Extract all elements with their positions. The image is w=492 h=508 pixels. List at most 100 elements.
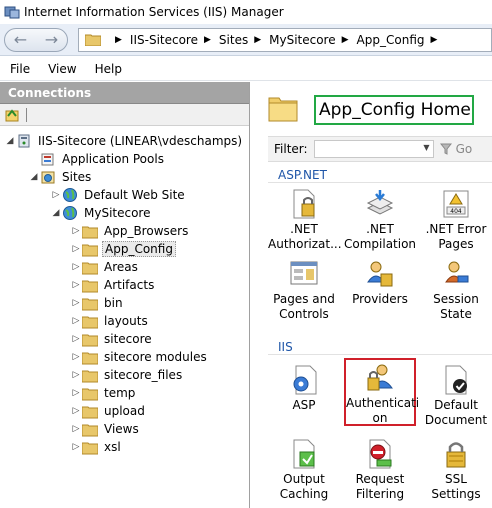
- menu-help[interactable]: Help: [95, 62, 122, 76]
- filter-input[interactable]: ▼: [313, 140, 434, 158]
- tree-label-folder: sitecore: [104, 332, 152, 346]
- providers-icon: [367, 261, 393, 287]
- padlock-icon: [446, 442, 466, 468]
- go-button[interactable]: Go: [439, 142, 473, 156]
- tree-folder-xsl[interactable]: ▷ xsl: [70, 438, 123, 456]
- tree-folder-sitecore-files[interactable]: ▷ sitecore_files: [70, 366, 184, 384]
- tree-folder-bin[interactable]: ▷ bin: [70, 294, 125, 312]
- feature-label: .NET Error Pages: [425, 222, 487, 251]
- folder-icon: [82, 334, 98, 347]
- server-icon: [18, 134, 30, 148]
- group-aspnet: ASP.NET: [278, 168, 327, 182]
- forward-arrow-icon[interactable]: →: [45, 32, 58, 48]
- filter-label: Filter:: [274, 142, 308, 156]
- expand-arrow-icon[interactable]: ▷: [70, 244, 82, 254]
- tree-folder-areas[interactable]: ▷ Areas: [70, 258, 140, 276]
- window-title: Internet Information Services (IIS) Mana…: [24, 5, 284, 19]
- globe-icon: [63, 206, 77, 220]
- expand-arrow-icon[interactable]: ▷: [70, 334, 82, 344]
- connections-panel: Connections ◢ IIS-Sitecore (LINEAR\vdesc…: [0, 82, 250, 508]
- breadcrumb-mysitecore[interactable]: MySitecore ▶: [269, 33, 356, 47]
- collapse-arrow-icon[interactable]: ◢: [28, 172, 40, 182]
- tree-label-sites: Sites: [62, 170, 92, 184]
- expand-arrow-icon[interactable]: ▷: [70, 226, 82, 236]
- sites-icon: [41, 171, 55, 184]
- expand-arrow-icon[interactable]: ▷: [70, 280, 82, 290]
- tree-node-sites[interactable]: ◢ Sites: [28, 168, 93, 186]
- feature-asp[interactable]: ASP: [268, 364, 340, 432]
- tree-folder-artifacts[interactable]: ▷ Artifacts: [70, 276, 156, 294]
- group-divider: [268, 182, 492, 183]
- nav-buttons: ← →: [4, 28, 68, 52]
- tree-label-folder: Areas: [104, 260, 138, 274]
- tree-folder-layouts[interactable]: ▷ layouts: [70, 312, 150, 330]
- feature-net-compilation[interactable]: .NET Compilation: [344, 188, 416, 256]
- feature-pages-controls[interactable]: Pages and Controls: [268, 258, 340, 326]
- folder-icon: [82, 280, 98, 293]
- feature-ssl-settings[interactable]: SSL Settings: [420, 438, 492, 506]
- expand-arrow-icon[interactable]: ▷: [70, 442, 82, 452]
- tree-folder-upload[interactable]: ▷ upload: [70, 402, 147, 420]
- collapse-arrow-icon[interactable]: ◢: [50, 208, 62, 218]
- feature-label: Request Filtering: [355, 472, 405, 501]
- expand-arrow-icon[interactable]: ▷: [70, 262, 82, 272]
- tree-label-folder: xsl: [104, 440, 121, 454]
- feature-authentication[interactable]: Authenticati on: [344, 358, 420, 426]
- tree-node-default-site[interactable]: ▷ Default Web Site: [50, 186, 187, 204]
- feature-label: ASP: [292, 398, 316, 412]
- expand-arrow-icon[interactable]: ▷: [70, 388, 82, 398]
- toolbar-separator: [26, 107, 27, 122]
- feature-net-error-pages[interactable]: 404 .NET Error Pages: [420, 188, 492, 256]
- expand-arrow-icon[interactable]: ▷: [70, 352, 82, 362]
- collapse-arrow-icon[interactable]: ◢: [4, 136, 16, 146]
- back-arrow-icon[interactable]: ←: [14, 32, 27, 48]
- feature-label: SSL Settings: [431, 472, 481, 501]
- breadcrumb-sites[interactable]: Sites ▶: [219, 33, 269, 47]
- tree-folder-app-browsers[interactable]: ▷ App_Browsers: [70, 222, 190, 240]
- feature-providers[interactable]: Providers: [344, 258, 416, 326]
- tree-folder-app-config[interactable]: ▷ App_Config: [70, 240, 176, 258]
- feature-net-authorization[interactable]: .NET Authorizat...: [268, 188, 342, 256]
- address-sep-arrow-icon[interactable]: ▶: [109, 35, 130, 45]
- funnel-icon: [439, 143, 452, 155]
- tree-folder-sitecore[interactable]: ▷ sitecore: [70, 330, 154, 348]
- feature-session-state[interactable]: Session State: [420, 258, 492, 326]
- breadcrumb-server[interactable]: IIS-Sitecore ▶: [130, 33, 219, 47]
- expand-arrow-icon[interactable]: ▷: [70, 298, 82, 308]
- tree-folder-sitecore-modules[interactable]: ▷ sitecore modules: [70, 348, 209, 366]
- chevron-down-icon[interactable]: ▼: [423, 143, 429, 152]
- connections-header: Connections: [0, 82, 249, 104]
- tree-node-server[interactable]: ◢ IIS-Sitecore (LINEAR\vdeschamps): [4, 132, 244, 150]
- go-label: Go: [455, 142, 473, 156]
- expand-arrow-icon[interactable]: ▷: [70, 406, 82, 416]
- address-bar[interactable]: ▶ IIS-Sitecore ▶ Sites ▶ MySitecore ▶ App_C…: [78, 28, 492, 52]
- default-document-icon: [445, 365, 467, 395]
- feature-label: Authenticati on: [346, 396, 420, 425]
- tree-node-mysitecore[interactable]: ◢ MySitecore: [50, 204, 153, 222]
- expand-arrow-icon[interactable]: ▷: [70, 316, 82, 326]
- tree-node-app-pools[interactable]: Application Pools: [28, 150, 166, 168]
- tree-folder-views[interactable]: ▷ Views: [70, 420, 141, 438]
- svg-text:404: 404: [450, 208, 462, 215]
- tree-label-folder: Views: [104, 422, 139, 436]
- output-caching-icon: [293, 439, 315, 469]
- breadcrumb-app-config[interactable]: App_Config ▶: [357, 33, 446, 47]
- feature-default-document[interactable]: Default Document: [420, 364, 492, 432]
- expand-arrow-icon[interactable]: ▷: [50, 190, 62, 200]
- menu-file[interactable]: File: [10, 62, 30, 76]
- tree-folder-temp[interactable]: ▷ temp: [70, 384, 137, 402]
- document-lock-icon: [293, 189, 315, 219]
- folder-icon: [82, 370, 98, 383]
- globe-icon: [63, 188, 77, 202]
- expand-arrow-icon[interactable]: ▷: [70, 424, 82, 434]
- tree-label-folder: Artifacts: [104, 278, 155, 292]
- feature-request-filtering[interactable]: Request Filtering: [344, 438, 416, 506]
- compilation-stack-icon: [366, 190, 394, 215]
- connect-icon[interactable]: [4, 107, 20, 123]
- session-state-icon: [445, 261, 469, 283]
- menu-view[interactable]: View: [48, 62, 76, 76]
- feature-output-caching[interactable]: Output Caching: [268, 438, 340, 506]
- expand-arrow-icon[interactable]: ▷: [70, 370, 82, 380]
- folder-icon: [268, 97, 298, 122]
- app-pools-icon: [41, 153, 54, 166]
